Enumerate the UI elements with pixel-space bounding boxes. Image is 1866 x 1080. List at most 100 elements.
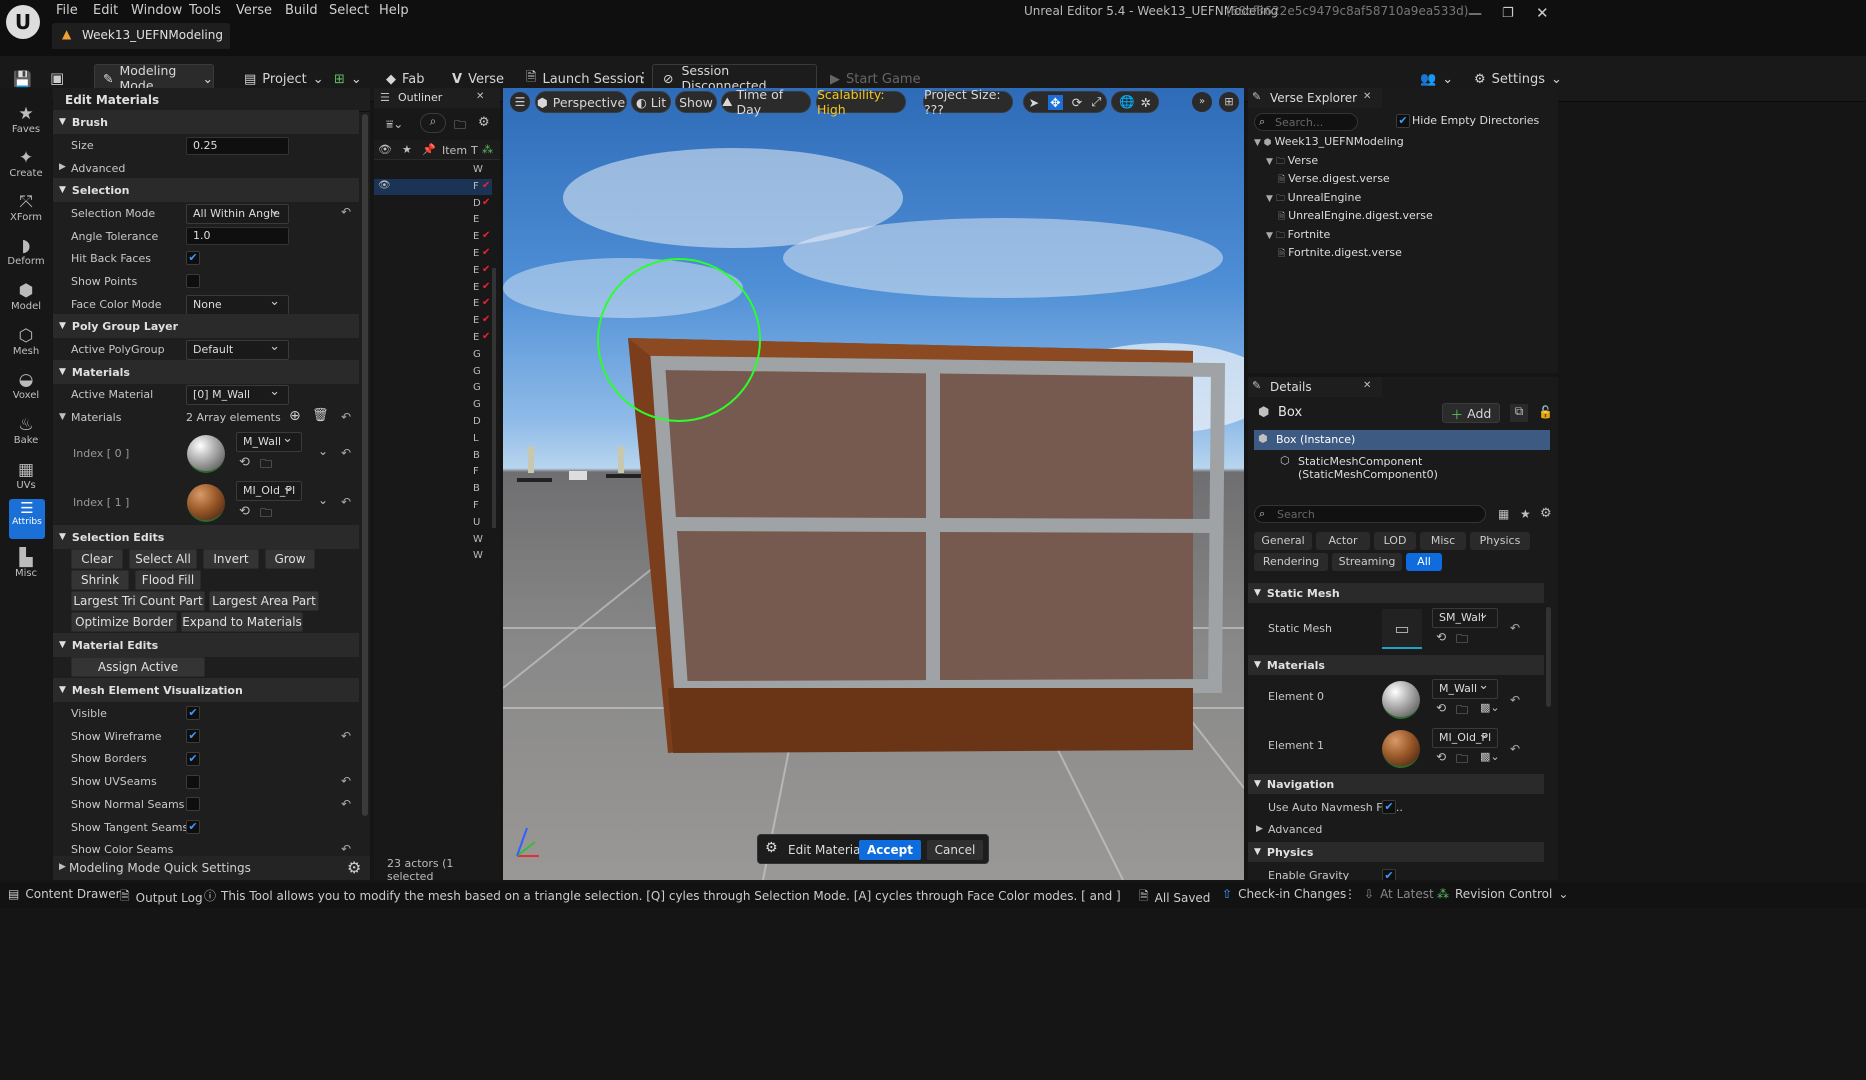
palette-uvs[interactable]: ▦ UVs bbox=[4, 460, 48, 504]
show-borders-checkbox[interactable]: ✔ bbox=[186, 752, 200, 766]
static-mesh-dropdown[interactable]: SM_Wall bbox=[1432, 606, 1498, 628]
component-label[interactable]: StaticMeshComponent (StaticMeshComponent… bbox=[1298, 455, 1558, 481]
eye-icon[interactable]: 👁 bbox=[378, 180, 391, 191]
advanced-label[interactable]: Advanced bbox=[1268, 823, 1322, 836]
palette-attribs[interactable]: ☰ Attribs bbox=[9, 499, 45, 539]
outliner-row[interactable]: G bbox=[374, 347, 492, 363]
angle-tolerance-input[interactable]: 1.0 bbox=[186, 227, 289, 245]
menu-help[interactable]: Help bbox=[379, 3, 409, 18]
browse-icon[interactable]: ⟲ bbox=[1436, 750, 1446, 764]
section-material-edits[interactable]: ▼ Material Edits bbox=[53, 633, 359, 657]
column-type[interactable]: T bbox=[471, 144, 478, 157]
palette-faves[interactable]: ★ Faves bbox=[4, 104, 48, 148]
filter-misc[interactable]: Misc bbox=[1420, 532, 1466, 550]
browse-icon[interactable]: ⟲ bbox=[239, 455, 250, 470]
hide-empty-checkbox[interactable]: ✔ bbox=[1396, 114, 1410, 128]
filter-rendering[interactable]: Rendering bbox=[1254, 553, 1328, 571]
filter-lod[interactable]: LOD bbox=[1374, 532, 1416, 550]
show-tangent-seams-checkbox[interactable]: ✔ bbox=[186, 820, 200, 834]
browse-icon[interactable]: ⟲ bbox=[1436, 701, 1446, 715]
size-input[interactable]: 0.25 bbox=[186, 137, 289, 155]
palette-misc[interactable]: ▙ Misc bbox=[4, 548, 48, 592]
index0-material-dropdown[interactable]: M_Wall bbox=[236, 430, 302, 452]
index1-material-dropdown[interactable]: MI_Old_Pl bbox=[236, 479, 302, 501]
maximize-icon[interactable]: ❐ bbox=[1502, 6, 1514, 21]
reset-icon[interactable]: ↶ bbox=[1510, 742, 1520, 756]
filter-icon[interactable]: ⩸⌄ bbox=[386, 117, 403, 132]
outliner-row[interactable]: G bbox=[374, 364, 492, 380]
close-icon[interactable]: ✕ bbox=[1363, 380, 1371, 391]
content-drawer-button[interactable]: ▤ Content Drawer bbox=[8, 887, 121, 901]
section-navigation[interactable]: ▼ Navigation bbox=[1248, 774, 1544, 794]
outliner-row[interactable]: E ✔ bbox=[374, 229, 492, 245]
at-latest-button[interactable]: ⇩ At Latest bbox=[1364, 887, 1434, 901]
checkin-button[interactable]: ⇧ Check-in Changes bbox=[1222, 887, 1346, 901]
checker-icon[interactable]: ▩⌄ bbox=[1480, 750, 1500, 763]
advanced-label[interactable]: Advanced bbox=[71, 162, 125, 175]
outliner-row[interactable]: W bbox=[374, 162, 492, 178]
show-normal-seams-checkbox[interactable] bbox=[186, 797, 200, 811]
reset-icon[interactable]: ↶ bbox=[341, 797, 351, 811]
accept-button[interactable]: Accept bbox=[859, 840, 921, 860]
verse-tree-item[interactable]: ▼ ⬢ Week13_UEFNModeling bbox=[1254, 135, 1404, 151]
verse-tree-item[interactable]: 🗎 Verse.digest.verse bbox=[1278, 172, 1390, 188]
eye-icon[interactable]: 👁 bbox=[378, 143, 392, 156]
unreal-logo[interactable]: U bbox=[6, 5, 40, 39]
palette-model[interactable]: ⬢ Model bbox=[4, 281, 48, 325]
verse-tree-item[interactable]: 🗎 UnrealEngine.digest.verse bbox=[1278, 209, 1433, 225]
more-options-icon[interactable]: ⋮ bbox=[1344, 887, 1356, 901]
outliner-row[interactable]: E ✔ bbox=[374, 330, 492, 346]
expand-toolbar-icon[interactable]: » bbox=[1192, 92, 1212, 112]
outliner-row[interactable]: F bbox=[374, 498, 492, 514]
folder-icon[interactable]: 🗀 bbox=[1456, 750, 1468, 771]
outliner-row[interactable]: W bbox=[374, 548, 492, 564]
outliner-row[interactable]: G bbox=[374, 380, 492, 396]
section-physics[interactable]: ▼ Physics bbox=[1248, 842, 1544, 862]
details-search-input[interactable]: ⌕ Search bbox=[1254, 505, 1486, 523]
folder-icon[interactable]: 🗀 bbox=[260, 504, 272, 525]
perspective-button[interactable]: ⬢ Perspective bbox=[535, 91, 627, 113]
quick-settings-bar[interactable]: ▶ Modeling Mode Quick Settings ⚙ bbox=[53, 856, 370, 880]
element1-thumbnail[interactable] bbox=[1382, 730, 1420, 768]
clear-button[interactable]: Clear bbox=[71, 549, 123, 569]
gear-icon[interactable]: ⚙ bbox=[1540, 506, 1552, 521]
rotate-icon[interactable]: ⟳ bbox=[1072, 95, 1082, 110]
palette-bake[interactable]: ♨ Bake bbox=[4, 415, 48, 459]
menu-build[interactable]: Build bbox=[285, 3, 318, 18]
outliner-row[interactable]: D ✔ bbox=[374, 196, 492, 212]
palette-deform[interactable]: ◗ Deform bbox=[4, 236, 48, 280]
reset-icon[interactable]: ↶ bbox=[341, 729, 351, 743]
element0-thumbnail[interactable] bbox=[1382, 681, 1420, 719]
verse-explorer-tab[interactable]: ✎ Verse Explorer ✕ bbox=[1248, 88, 1382, 108]
outliner-row[interactable]: F ✔ 👁 bbox=[374, 178, 492, 195]
close-icon[interactable]: ✕ bbox=[1363, 91, 1371, 102]
more-options-icon[interactable]: ⋮ bbox=[636, 70, 650, 86]
flood-fill-button[interactable]: Flood Fill bbox=[135, 570, 201, 590]
reset-icon[interactable]: ↶ bbox=[341, 774, 351, 788]
grow-button[interactable]: Grow bbox=[265, 549, 315, 569]
expand-icon[interactable]: ▶ bbox=[1256, 824, 1263, 834]
show-wireframe-checkbox[interactable]: ✔ bbox=[186, 729, 200, 743]
expand-icon[interactable]: ▶ bbox=[59, 162, 66, 172]
material-thumbnail-wall[interactable] bbox=[187, 435, 225, 473]
select-icon[interactable]: ➤ bbox=[1029, 95, 1039, 110]
cancel-button[interactable]: Cancel bbox=[927, 840, 983, 860]
lit-button[interactable]: ◐ Lit bbox=[631, 91, 671, 113]
palette-xform[interactable]: ⤧ XForm bbox=[4, 192, 48, 236]
revision-icon[interactable]: ⁂ bbox=[482, 143, 493, 156]
scale-icon[interactable]: ⤢ bbox=[1091, 94, 1101, 110]
delete-icon[interactable]: 🗑 bbox=[312, 408, 329, 423]
assign-active-material-button[interactable]: Assign Active Material bbox=[71, 657, 205, 692]
shrink-button[interactable]: Shrink bbox=[71, 570, 129, 590]
section-brush[interactable]: ▼ Brush bbox=[53, 110, 359, 134]
outliner-row[interactable]: E ✔ bbox=[374, 263, 492, 279]
viewport-menu-icon[interactable]: ☰ bbox=[510, 92, 530, 112]
palette-voxel[interactable]: ◒ Voxel bbox=[4, 370, 48, 414]
active-material-dropdown[interactable]: [0] M_Wall bbox=[186, 383, 289, 405]
folder-icon[interactable]: 🗀 bbox=[260, 455, 272, 476]
layout-icon[interactable]: ⊞ bbox=[1219, 92, 1239, 112]
filter-general[interactable]: General bbox=[1254, 532, 1312, 550]
section-materials[interactable]: ▼ Materials bbox=[53, 360, 359, 384]
scrollbar[interactable] bbox=[492, 268, 496, 528]
element1-dropdown[interactable]: MI_Old_Pl bbox=[1432, 726, 1498, 748]
